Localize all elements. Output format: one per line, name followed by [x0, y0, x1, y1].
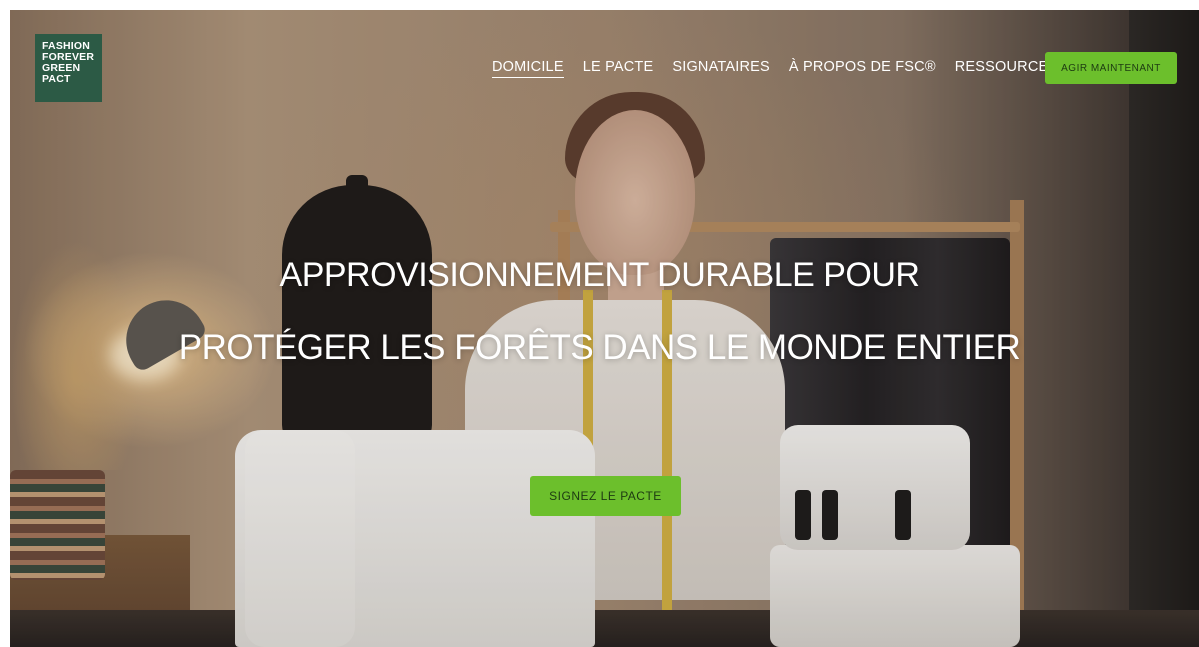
nav-item-a-propos-fsc[interactable]: À PROPOS DE FSC® — [789, 59, 936, 78]
site-logo[interactable]: FASHION FOREVER GREEN PACT — [35, 34, 102, 102]
main-navigation: DOMICILE LE PACTE SIGNATAIRES À PROPOS D… — [492, 59, 1058, 78]
signez-le-pacte-button[interactable]: SIGNEZ LE PACTE — [530, 476, 681, 516]
nav-item-le-pacte[interactable]: LE PACTE — [583, 59, 654, 78]
hero-title-line-1: APPROVISIONNEMENT DURABLE POUR — [279, 256, 920, 294]
agir-maintenant-button[interactable]: AGIR MAINTENANT — [1045, 52, 1177, 84]
nav-item-ressources[interactable]: RESSOURCES — [955, 59, 1059, 78]
nav-item-signataires[interactable]: SIGNATAIRES — [672, 59, 770, 78]
hero-title-line-2: PROTÉGER LES FORÊTS DANS LE MONDE ENTIER — [178, 328, 1021, 367]
logo-line: PACT — [42, 73, 71, 85]
nav-item-domicile[interactable]: DOMICILE — [492, 59, 564, 78]
